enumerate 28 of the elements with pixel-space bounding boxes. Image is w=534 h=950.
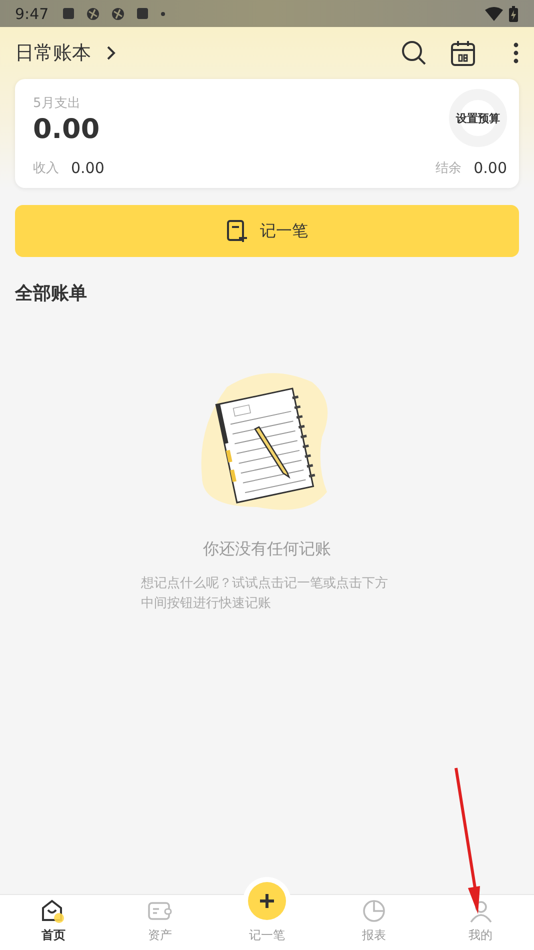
add-record-button[interactable]: 记一笔 <box>15 205 519 257</box>
empty-message: 想记点什么呢？试试点击记一笔或点击下方中间按钮进行快速记账 <box>141 575 389 613</box>
more-notifications-icon <box>160 12 165 16</box>
calendar-icon[interactable] <box>451 40 475 66</box>
nav-tab[interactable]: 首页 <box>0 895 107 950</box>
budget-ring-button[interactable]: 设置预算 <box>449 89 507 147</box>
balance-label: 结余 <box>436 160 462 177</box>
search-icon[interactable] <box>401 40 427 66</box>
house-icon <box>40 898 66 924</box>
income-label: 收入 <box>33 160 59 177</box>
section-title: 全部账单 <box>15 282 88 305</box>
square-notification-icon <box>136 8 148 19</box>
more-icon[interactable] <box>513 42 519 64</box>
chart-icon <box>360 898 387 924</box>
add-fab-icon <box>248 882 286 920</box>
wifi-icon <box>485 6 503 20</box>
balance-amount: 0.00 <box>474 159 507 177</box>
battery-icon <box>509 6 518 22</box>
book-selector[interactable]: 日常账本 <box>15 40 91 66</box>
status-time: 9:47 <box>15 4 49 22</box>
note-add-icon <box>226 219 248 243</box>
empty-title: 你还没有任何记账 <box>203 539 331 560</box>
chevron-right-icon[interactable] <box>105 45 117 61</box>
person-icon <box>468 898 494 924</box>
expense-amount: 0.00 <box>33 114 101 144</box>
month-label: 5月支出 <box>33 94 82 112</box>
square-notification-icon <box>62 8 74 19</box>
income-amount: 0.00 <box>71 159 104 177</box>
